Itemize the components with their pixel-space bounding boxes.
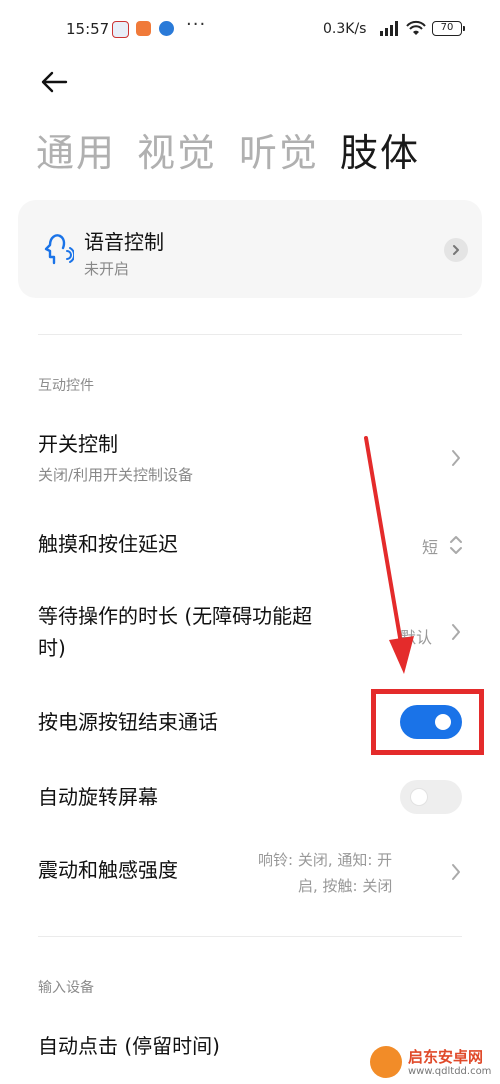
watermark-url: www.qdltdd.com bbox=[408, 1066, 492, 1077]
vibration-haptics-row[interactable]: 震动和触感强度 响铃: 关闭, 通知: 开 启, 按触: 关闭 bbox=[0, 846, 500, 900]
chevron-right-icon bbox=[444, 238, 468, 262]
signal-icon bbox=[380, 21, 398, 36]
voice-control-card[interactable]: 语音控制 未开启 bbox=[18, 200, 482, 298]
switch-control-title: 开关控制 bbox=[38, 432, 118, 456]
vibration-haptics-value-line1: 响铃: 关闭, 通知: 开 bbox=[258, 851, 393, 869]
vibration-haptics-value-line2: 启, 按触: 关闭 bbox=[298, 877, 393, 895]
power-button-end-call-title: 按电源按钮结束通话 bbox=[38, 710, 218, 734]
chevron-up-down-icon bbox=[450, 536, 462, 554]
vibration-haptics-title: 震动和触感强度 bbox=[38, 858, 178, 882]
auto-rotate-toggle[interactable] bbox=[400, 780, 462, 814]
tab-hearing[interactable]: 听觉 bbox=[239, 122, 319, 177]
network-speed: 0.3K/s bbox=[323, 21, 367, 37]
switch-control-row[interactable]: 开关控制 关闭/利用开关控制设备 bbox=[0, 424, 500, 494]
watermark-logo-icon bbox=[370, 1046, 402, 1078]
voice-head-icon bbox=[44, 234, 74, 265]
chevron-right-icon bbox=[452, 624, 460, 640]
back-arrow-icon[interactable] bbox=[38, 66, 70, 98]
more-notifications-icon: ··· bbox=[186, 14, 207, 35]
notification-app-icon bbox=[112, 21, 129, 38]
voice-control-title: 语音控制 bbox=[84, 230, 164, 254]
divider bbox=[38, 936, 462, 937]
switch-control-subtitle: 关闭/利用开关控制设备 bbox=[38, 466, 194, 484]
action-wait-time-value: 默认 bbox=[400, 628, 433, 647]
voice-control-status: 未开启 bbox=[84, 260, 130, 278]
battery-icon: 70 bbox=[432, 21, 465, 36]
action-wait-time-title-line2: 时) bbox=[38, 636, 66, 660]
section-header-input: 输入设备 bbox=[38, 980, 94, 996]
divider bbox=[38, 334, 462, 335]
notification-app-icon bbox=[159, 21, 174, 36]
action-wait-time-title-line1: 等待操作的时长 (无障碍功能超 bbox=[38, 604, 313, 628]
watermark: 启东安卓网 www.qdltdd.com bbox=[370, 1044, 500, 1084]
annotation-highlight-box bbox=[371, 689, 484, 755]
section-header-interactive: 互动控件 bbox=[38, 378, 94, 394]
tab-physical[interactable]: 肢体 bbox=[340, 122, 420, 177]
auto-rotate-title: 自动旋转屏幕 bbox=[38, 785, 158, 809]
action-wait-time-row[interactable]: 等待操作的时长 (无障碍功能超 时) 默认 bbox=[0, 600, 500, 668]
status-time: 15:57 bbox=[66, 20, 110, 38]
watermark-name: 启东安卓网 bbox=[408, 1048, 484, 1066]
touch-hold-delay-row[interactable]: 触摸和按住延迟 短 bbox=[0, 525, 500, 565]
chevron-right-icon bbox=[452, 450, 460, 466]
toggle-knob bbox=[411, 789, 427, 805]
tab-vision[interactable]: 视觉 bbox=[137, 122, 217, 177]
wifi-icon bbox=[406, 20, 426, 35]
tab-general[interactable]: 通用 bbox=[36, 122, 116, 177]
touch-hold-delay-title: 触摸和按住延迟 bbox=[38, 532, 178, 556]
touch-hold-delay-value: 短 bbox=[422, 538, 439, 557]
status-bar: 15:57 ··· 0.3K/s 70 bbox=[0, 0, 500, 56]
notification-app-icon bbox=[136, 21, 151, 36]
chevron-right-icon bbox=[452, 864, 460, 880]
auto-click-title: 自动点击 (停留时间) bbox=[38, 1034, 220, 1058]
